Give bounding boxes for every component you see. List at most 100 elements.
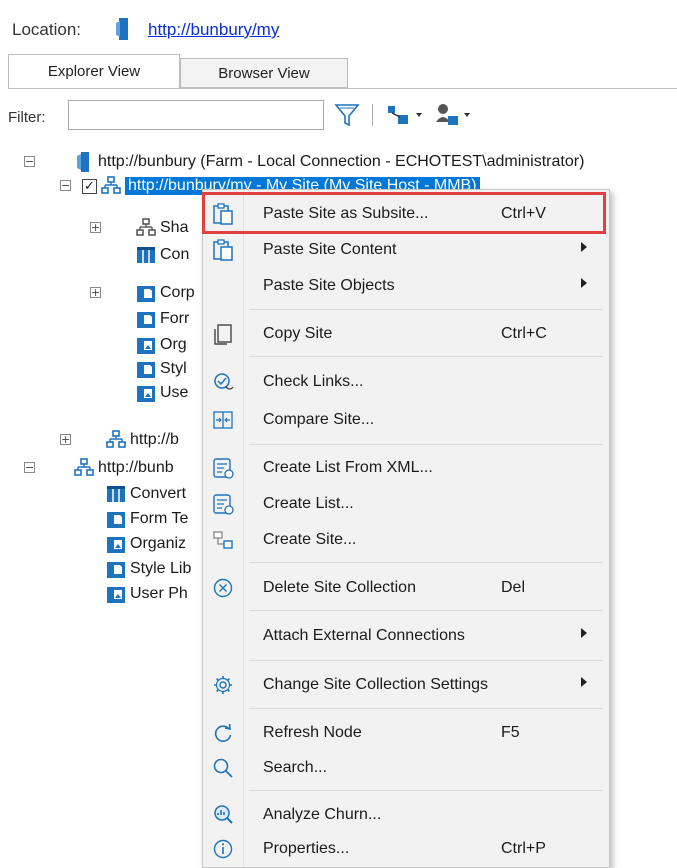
- tree-node-library[interactable]: Forr: [136, 307, 189, 331]
- list-icon: [107, 486, 125, 502]
- site-collection-icon: [106, 430, 126, 448]
- document-library-icon: [137, 362, 155, 378]
- document-library-icon: [137, 312, 155, 328]
- menu-item-copy-site[interactable]: Copy Site Ctrl+C: [203, 316, 609, 352]
- menu-item-label: Change Site Collection Settings: [263, 676, 489, 693]
- location-url-link[interactable]: http://bunbury/my: [148, 20, 279, 40]
- menu-item-analyze-churn[interactable]: Analyze Churn...: [203, 797, 609, 833]
- expander-collapse[interactable]: −: [60, 180, 71, 191]
- menu-separator: [249, 660, 603, 661]
- tree-node-picture-library[interactable]: User Ph: [106, 582, 188, 606]
- menu-item-properties[interactable]: Properties... Ctrl+P: [203, 831, 609, 867]
- create-list-xml-icon: [213, 458, 234, 479]
- tree-node-list[interactable]: Con: [136, 243, 189, 267]
- menu-item-label: Create List From XML...: [263, 459, 433, 476]
- tree-node-picture-library[interactable]: Use: [136, 381, 188, 405]
- tree-node-library[interactable]: Form Te: [106, 507, 188, 531]
- menu-item-label: Paste Site Content: [263, 241, 397, 258]
- site-collection-icon: [101, 176, 121, 194]
- site-collection-icon: [74, 458, 94, 476]
- menu-item-paste-site-content[interactable]: Paste Site Content: [203, 232, 609, 268]
- menu-item-label: Refresh Node: [263, 724, 362, 741]
- menu-separator: [249, 309, 603, 310]
- menu-item-delete-site-collection[interactable]: Delete Site Collection Del: [203, 570, 609, 606]
- submenu-arrow-icon: [581, 242, 587, 252]
- menu-item-label: Paste Site Objects: [263, 277, 395, 294]
- delete-icon: [213, 578, 233, 598]
- menu-item-attach-external-connections[interactable]: Attach External Connections: [203, 618, 609, 654]
- tree-node-list[interactable]: Convert: [106, 482, 186, 506]
- menu-separator: [249, 444, 603, 445]
- menu-item-search[interactable]: Search...: [203, 750, 609, 786]
- tree-node-label: Forr: [160, 310, 190, 327]
- search-icon: [213, 758, 233, 778]
- paste-icon: [213, 239, 233, 261]
- menu-separator: [249, 708, 603, 709]
- connect-dropdown-icon[interactable]: [386, 103, 426, 127]
- expander-collapse[interactable]: −: [24, 462, 35, 473]
- tree-node-label: http://bunb: [98, 459, 174, 476]
- menu-item-paste-site-as-subsite[interactable]: Paste Site as Subsite... Ctrl+V: [203, 196, 609, 232]
- context-menu: Paste Site as Subsite... Ctrl+V Paste Si…: [202, 189, 610, 868]
- menu-item-create-list[interactable]: Create List...: [203, 486, 609, 522]
- menu-item-shortcut: Ctrl+P: [501, 840, 546, 857]
- tree-node-label: Org: [160, 336, 187, 353]
- tree-node-label: Sha: [160, 219, 189, 236]
- menu-item-change-site-collection-settings[interactable]: Change Site Collection Settings: [203, 667, 609, 703]
- menu-item-label: Copy Site: [263, 325, 333, 342]
- menu-item-paste-site-objects[interactable]: Paste Site Objects: [203, 268, 609, 304]
- tree-node-subsite[interactable]: Sha: [136, 216, 188, 240]
- check-links-icon: [214, 373, 234, 390]
- subsite-icon: [136, 218, 156, 236]
- refresh-icon: [214, 723, 232, 742]
- tree-node-label: Style Lib: [130, 560, 192, 577]
- compare-icon: [213, 411, 233, 429]
- tree-node-library[interactable]: Styl: [136, 357, 187, 381]
- menu-separator: [249, 562, 603, 563]
- tree-node-label: Organiz: [130, 535, 187, 552]
- picture-library-icon: [137, 338, 155, 354]
- menu-item-label: Search...: [263, 759, 328, 776]
- tree-node-picture-library[interactable]: Organiz: [106, 532, 186, 556]
- menu-item-shortcut: Ctrl+C: [501, 325, 547, 342]
- expander-collapse[interactable]: −: [24, 156, 35, 167]
- tab-explorer-view[interactable]: Explorer View: [8, 54, 180, 88]
- tree-node-library[interactable]: Corp: [136, 281, 195, 305]
- tree-node-library[interactable]: Style Lib: [106, 557, 191, 581]
- submenu-arrow-icon: [581, 677, 587, 687]
- menu-item-label: Check Links...: [263, 373, 364, 390]
- tree-node-label: Form Te: [130, 510, 189, 527]
- paste-icon: [213, 203, 233, 225]
- tab-browser-view[interactable]: Browser View: [180, 58, 348, 88]
- connection-icon: [77, 152, 89, 172]
- tree-node-label: Convert: [130, 485, 187, 502]
- tree-node-label: Use: [160, 384, 189, 401]
- menu-item-compare-site[interactable]: Compare Site...: [203, 402, 609, 438]
- picture-library-icon: [107, 537, 125, 553]
- menu-item-create-site[interactable]: Create Site...: [203, 522, 609, 558]
- tree-node-label: Corp: [160, 284, 195, 301]
- node-checkbox[interactable]: ✓: [82, 178, 97, 194]
- filter-label: Filter:: [8, 109, 46, 126]
- tree-node-picture-library[interactable]: Org: [136, 333, 187, 357]
- menu-item-refresh-node[interactable]: Refresh Node F5: [203, 715, 609, 751]
- filter-funnel-icon[interactable]: [334, 102, 360, 128]
- menu-item-label: Create Site...: [263, 531, 357, 548]
- menu-item-label: Attach External Connections: [263, 627, 465, 644]
- tree-node-label: http://bunbury (Farm - Local Connection …: [98, 153, 585, 170]
- tree-node-site[interactable]: http://b: [106, 428, 179, 452]
- menu-item-check-links[interactable]: Check Links...: [203, 364, 609, 400]
- create-list-icon: [213, 494, 234, 515]
- tree-node-farm[interactable]: http://bunbury (Farm - Local Connection …: [74, 150, 584, 174]
- expander-expand[interactable]: +: [90, 287, 101, 298]
- tree-node-site-collection[interactable]: http://bunb: [74, 456, 174, 480]
- user-connect-dropdown-icon[interactable]: [434, 102, 474, 128]
- expander-expand[interactable]: +: [90, 222, 101, 233]
- menu-item-label: Properties...: [263, 840, 350, 857]
- menu-item-create-list-from-xml[interactable]: Create List From XML...: [203, 450, 609, 486]
- menu-item-label: Analyze Churn...: [263, 806, 382, 823]
- expander-expand[interactable]: +: [60, 434, 71, 445]
- picture-library-icon: [137, 386, 155, 402]
- submenu-arrow-icon: [581, 278, 587, 288]
- filter-input[interactable]: [68, 100, 324, 130]
